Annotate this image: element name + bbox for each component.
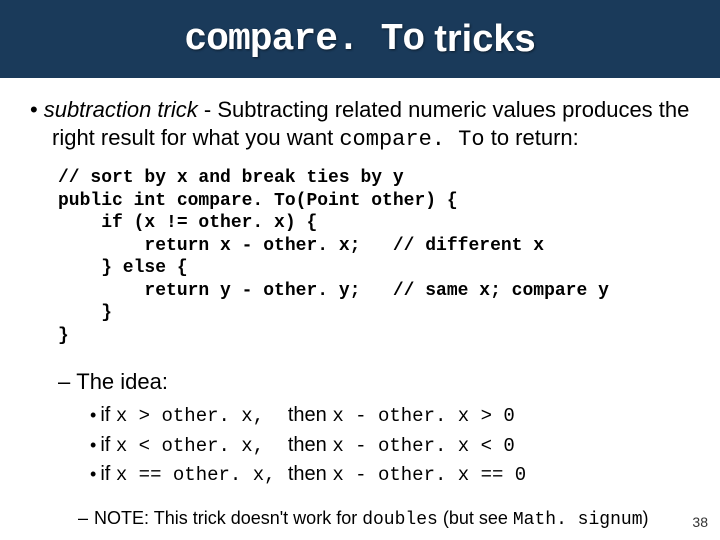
code-line: public int compare. To(Point other) { [58,191,458,211]
inline-code-doubles: doubles [362,510,438,530]
dash-bullet: – [58,369,70,394]
cond-code: x > other. x, [116,403,288,431]
res-code: x - other. x > 0 [332,405,514,427]
code-block: // sort by x and break ties by y public … [58,167,690,347]
code-line: } else { [58,258,188,278]
title-mono: compare. To [184,18,424,61]
inline-code-compareTo: compare. To [339,127,484,152]
bullet-dot: • [90,464,96,484]
page-number: 38 [692,514,708,530]
then-word: then [288,463,332,485]
note-label: NOTE: [94,508,154,528]
if-word: if [100,463,116,485]
code-line: if (x != other. x) { [58,213,317,233]
dash-bullet: – [78,508,88,528]
bullet-text-2: to return: [485,125,579,150]
note-line: –NOTE: This trick doesn't work for doubl… [78,508,690,530]
code-line: } [58,326,69,346]
idea-list: •if x > other. x,then x - other. x > 0 •… [90,401,690,490]
term: subtraction trick [44,97,198,122]
code-line: return x - other. x; // different x [58,236,544,256]
bullet-dot: • [90,435,96,455]
cond-code: x == other. x, [116,462,288,490]
if-word: if [100,404,116,426]
note-text-3: ) [643,508,649,528]
if-word: if [100,434,116,456]
code-line: return y - other. y; // same x; compare … [58,281,609,301]
res-code: x - other. x < 0 [332,435,514,457]
bullet-dot: • [30,97,38,122]
idea-heading: –The idea: [58,369,690,395]
inline-code-signum: Math. signum [513,510,643,530]
bullet-dot: • [90,405,96,425]
code-line: } [58,303,112,323]
note-text-1: This trick doesn't work for [154,508,363,528]
res-code: x - other. x == 0 [332,464,526,486]
then-word: then [288,434,332,456]
slide-title: compare. To tricks [0,0,720,78]
note-text-2: (but see [438,508,513,528]
then-word: then [288,404,332,426]
cond-code: x < other. x, [116,433,288,461]
idea-row: •if x > other. x,then x - other. x > 0 [90,401,690,431]
idea-row: •if x < other. x,then x - other. x < 0 [90,431,690,461]
idea-row: •if x == other. x,then x - other. x == 0 [90,460,690,490]
bullet-subtraction-trick: •subtraction trick - Subtracting related… [30,96,690,153]
dash-sep: - [198,97,218,122]
slide-body: •subtraction trick - Subtracting related… [0,78,720,530]
code-line: // sort by x and break ties by y [58,168,404,188]
idea-label: The idea: [76,369,168,394]
title-rest: tricks [434,18,535,61]
